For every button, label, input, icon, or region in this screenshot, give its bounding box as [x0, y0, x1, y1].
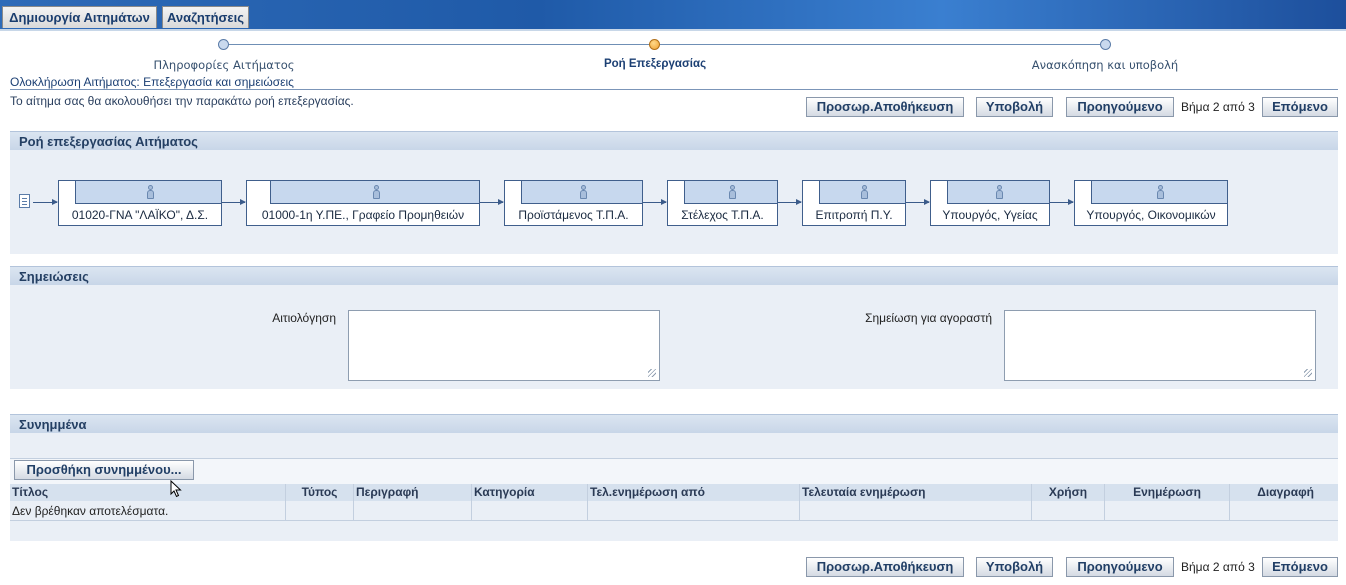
person-icon: [146, 185, 154, 200]
workflow-node-2: 01000-1η Υ.ΠΕ., Γραφείο Προμηθειών: [246, 180, 480, 226]
flow-arrow: [480, 199, 504, 205]
workflow-node-label: 01020-ΓΝΑ "ΛΑΪΚΟ", Δ.Σ.: [71, 208, 209, 222]
col-title[interactable]: Τίτλος: [10, 484, 286, 501]
workflow-node-label: Επιτροπή Π.Υ.: [815, 208, 893, 222]
top-tab-bar: Δημιουργία Αιτημάτων Αναζητήσεις: [0, 0, 1346, 29]
flow-arrow: [1050, 199, 1074, 205]
workflow-node-6: Υπουργός, Υγείας: [930, 180, 1050, 226]
resize-grip-icon[interactable]: [648, 369, 656, 377]
next-button[interactable]: Επόμενο: [1262, 97, 1338, 117]
empty-results-text: Δεν βρέθηκαν αποτελέσματα.: [12, 504, 169, 518]
train-line: [223, 44, 1106, 45]
workflow-node-label: Υπουργός, Οικονομικών: [1086, 208, 1216, 222]
justification-textarea[interactable]: [348, 310, 660, 381]
workflow-node-label: 01000-1η Υ.ΠΕ., Γραφείο Προμηθειών: [261, 208, 465, 222]
col-delete[interactable]: Διαγραφή: [1230, 484, 1338, 501]
workflow-node-4: Στέλεχος Τ.Π.Α.: [667, 180, 778, 226]
add-attachment-button[interactable]: Προσθήκη συνημμένου...: [14, 460, 194, 480]
person-icon: [995, 185, 1003, 200]
flow-arrow: [643, 199, 667, 205]
col-last-updated-by[interactable]: Τελ.ενημέρωση από: [588, 484, 800, 501]
step-indicator-bottom: Βήμα 2 από 3: [1181, 560, 1255, 574]
previous-button[interactable]: Προηγούμενο: [1066, 97, 1174, 117]
col-last-updated[interactable]: Τελευταία ενημέρωση: [800, 484, 1032, 501]
col-description[interactable]: Περιγραφή: [354, 484, 472, 501]
col-usage[interactable]: Χρήση: [1032, 484, 1105, 501]
workflow-section-header: Ροή επεξεργασίας Αιτήματος: [10, 131, 1338, 150]
person-icon: [1156, 185, 1164, 200]
next-button-bottom[interactable]: Επόμενο: [1262, 557, 1338, 577]
train-step-2-dot: [649, 39, 660, 50]
resize-grip-icon[interactable]: [1304, 369, 1312, 377]
workflow-node-1: 01020-ΓΝΑ "ΛΑΪΚΟ", Δ.Σ.: [58, 180, 222, 226]
train-step-1-label[interactable]: Πληροφορίες Αιτήματος: [153, 58, 294, 72]
instruction-text: Το αίτημα σας θα ακολουθήσει την παρακάτ…: [10, 94, 354, 108]
page-title: Ολοκλήρωση Αιτήματος: Επεξεργασία και ση…: [10, 75, 294, 89]
attachments-toolbar: [10, 458, 1338, 485]
step-indicator: Βήμα 2 από 3: [1181, 100, 1255, 114]
document-icon: [19, 194, 30, 208]
buyer-note-textarea[interactable]: [1004, 310, 1316, 381]
col-update[interactable]: Ενημέρωση: [1105, 484, 1230, 501]
col-category[interactable]: Κατηγορία: [472, 484, 588, 501]
submit-button-bottom[interactable]: Υποβολή: [976, 557, 1053, 577]
process-train: Πληροφορίες Αιτήματος Ροή Επεξεργασίας Α…: [0, 29, 1346, 74]
justification-label: Αιτιολόγηση: [272, 311, 336, 325]
workflow-node-label: Στέλεχος Τ.Π.Α.: [681, 208, 764, 222]
buyer-note-label: Σημείωση για αγοραστή: [865, 311, 992, 325]
save-draft-button-bottom[interactable]: Προσωρ.Αποθήκευση: [806, 557, 964, 577]
train-step-2-label: Ροή Επεξεργασίας: [603, 58, 707, 70]
flow-arrow: [778, 199, 802, 205]
person-icon: [579, 185, 587, 200]
person-icon: [860, 185, 868, 200]
workflow-node-label: Υπουργός, Υγείας: [942, 208, 1038, 222]
col-type[interactable]: Τύπος: [286, 484, 354, 501]
flow-arrow: [906, 199, 930, 205]
train-step-1-dot[interactable]: [218, 39, 229, 50]
workflow-node-label: Προϊστάμενος Τ.Π.Α.: [518, 208, 629, 222]
person-icon: [372, 185, 380, 200]
save-draft-button[interactable]: Προσωρ.Αποθήκευση: [806, 97, 964, 117]
workflow-node-5: Επιτροπή Π.Υ.: [802, 180, 906, 226]
flow-arrow: [222, 199, 246, 205]
title-divider: [10, 89, 1338, 90]
workflow-node-7: Υπουργός, Οικονομικών: [1074, 180, 1228, 226]
notes-section-header: Σημειώσεις: [10, 266, 1338, 285]
train-step-3-dot: [1100, 39, 1111, 50]
attachments-section-header: Συνημμένα: [10, 414, 1338, 433]
tab-searches[interactable]: Αναζητήσεις: [162, 6, 249, 28]
mouse-cursor-icon: [170, 480, 182, 498]
submit-button[interactable]: Υποβολή: [976, 97, 1053, 117]
previous-button-bottom[interactable]: Προηγούμενο: [1066, 557, 1174, 577]
tab-create-requests[interactable]: Δημιουργία Αιτημάτων: [2, 6, 157, 28]
workflow-node-3: Προϊστάμενος Τ.Π.Α.: [504, 180, 643, 226]
flow-arrow: [33, 199, 58, 205]
train-step-3-label: Ανασκόπηση και υποβολή: [1031, 58, 1179, 72]
person-icon: [728, 185, 736, 200]
